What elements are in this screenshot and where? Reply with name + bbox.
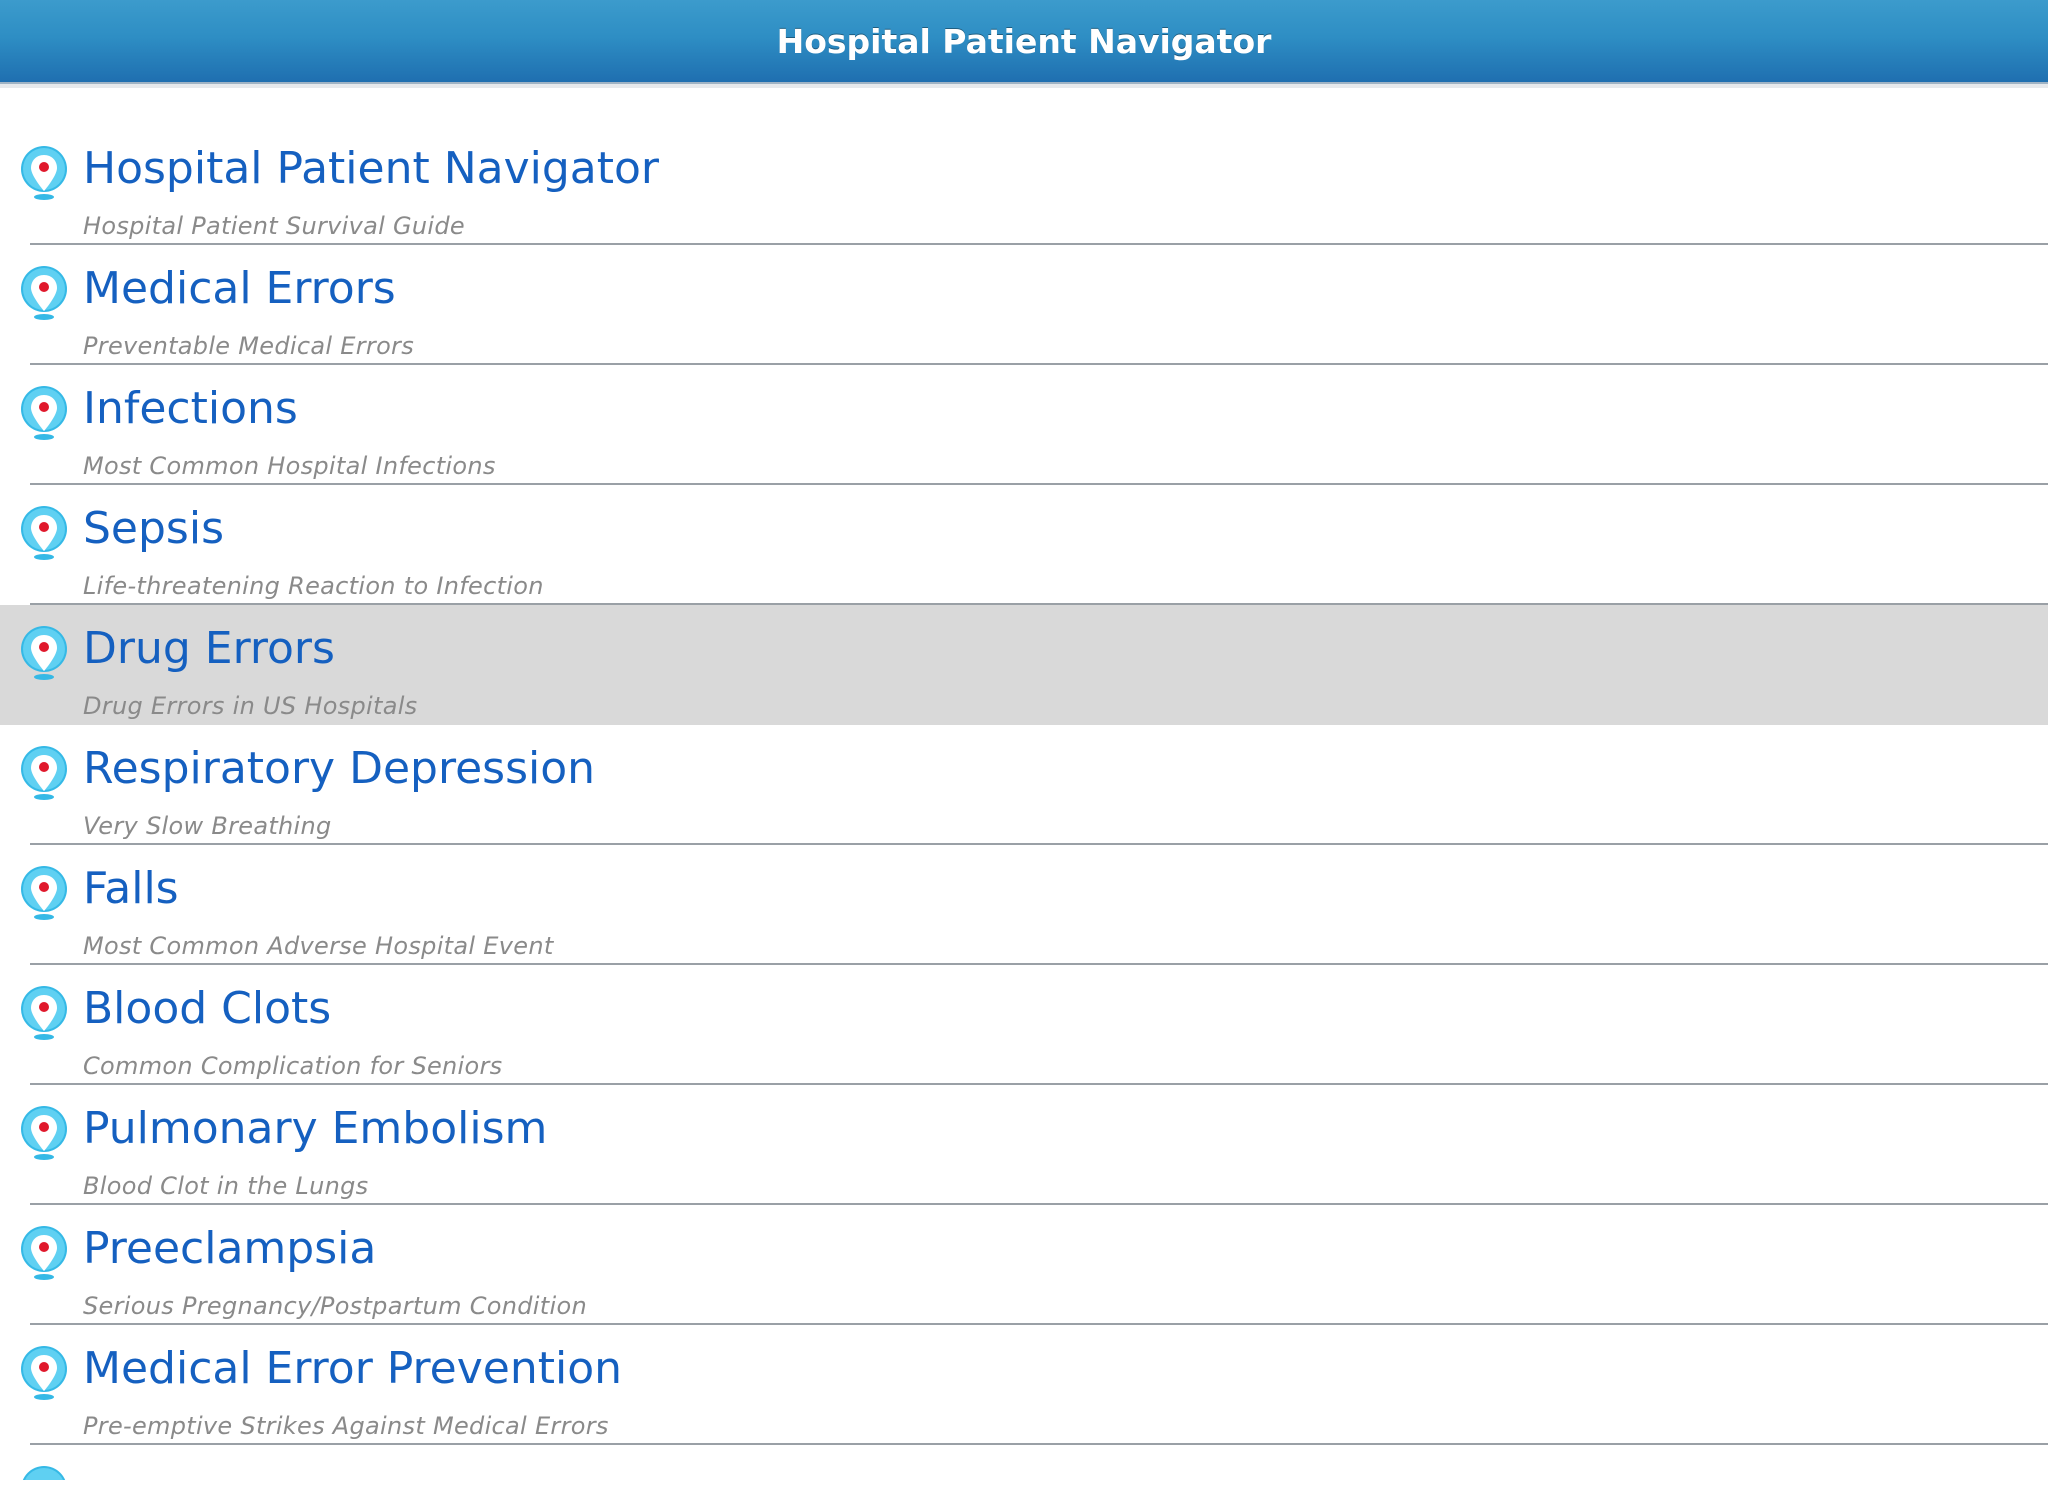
list-item[interactable]: Infections Most Common Hospital Infectio… <box>0 365 2048 485</box>
map-pin-icon <box>21 866 67 920</box>
map-pin-icon <box>22 1466 66 1480</box>
list-item-subtitle: Common Complication for Seniors <box>83 1052 503 1080</box>
list-item-title: Falls <box>83 863 179 914</box>
navigation-bar: Hospital Patient Navigator <box>0 0 2048 84</box>
list-item[interactable]: Falls Most Common Adverse Hospital Event <box>0 845 2048 965</box>
map-pin-icon <box>21 506 67 560</box>
list-item-subtitle: Blood Clot in the Lungs <box>83 1172 369 1200</box>
map-pin-icon <box>21 266 67 320</box>
list-item-title: Sepsis <box>83 503 225 554</box>
list-item-subtitle: Drug Errors in US Hospitals <box>83 692 418 720</box>
list-item[interactable]: Blood Clots Common Complication for Seni… <box>0 965 2048 1085</box>
map-pin-icon <box>21 386 67 440</box>
list-item-selected[interactable]: Drug Errors Drug Errors in US Hospitals <box>0 605 2048 725</box>
list-item-subtitle: Most Common Adverse Hospital Event <box>83 932 554 960</box>
navbar-title: Hospital Patient Navigator <box>776 22 1272 61</box>
list-item-title: Blood Clots <box>83 983 332 1034</box>
list-item-subtitle: Serious Pregnancy/Postpartum Condition <box>83 1292 587 1320</box>
list-item[interactable]: Medical Errors Preventable Medical Error… <box>0 245 2048 365</box>
list-item-subtitle: Life-threatening Reaction to Infection <box>83 572 544 600</box>
list-item-partial[interactable] <box>0 1445 2048 1480</box>
list-item-title: Preeclampsia <box>83 1223 377 1274</box>
navbar-divider <box>0 84 2048 88</box>
map-pin-icon <box>21 986 67 1040</box>
list-item[interactable]: Medical Error Prevention Pre-emptive Str… <box>0 1325 2048 1445</box>
list-item[interactable]: Preeclampsia Serious Pregnancy/Postpartu… <box>0 1205 2048 1325</box>
list-item-title: Medical Errors <box>83 263 396 314</box>
list-item[interactable]: Sepsis Life-threatening Reaction to Infe… <box>0 485 2048 605</box>
list-item-title: Hospital Patient Navigator <box>83 143 659 194</box>
map-pin-icon <box>21 626 67 680</box>
map-pin-icon <box>21 1106 67 1160</box>
list-item-title: Respiratory Depression <box>83 743 596 794</box>
topic-list[interactable]: Hospital Patient Navigator Hospital Pati… <box>0 125 2048 1480</box>
map-pin-icon <box>21 1346 67 1400</box>
list-item-subtitle: Pre-emptive Strikes Against Medical Erro… <box>83 1412 609 1440</box>
list-item[interactable]: Respiratory Depression Very Slow Breathi… <box>0 725 2048 845</box>
list-item-subtitle: Very Slow Breathing <box>83 812 332 840</box>
list-item-title: Pulmonary Embolism <box>83 1103 548 1154</box>
list-item-subtitle: Most Common Hospital Infections <box>83 452 496 480</box>
map-pin-icon <box>21 146 67 200</box>
list-item[interactable]: Pulmonary Embolism Blood Clot in the Lun… <box>0 1085 2048 1205</box>
list-item-subtitle: Preventable Medical Errors <box>83 332 415 360</box>
list-item-subtitle: Hospital Patient Survival Guide <box>83 212 465 240</box>
list-item[interactable]: Hospital Patient Navigator Hospital Pati… <box>0 125 2048 245</box>
map-pin-icon <box>21 746 67 800</box>
map-pin-icon <box>21 1226 67 1280</box>
list-item-title: Infections <box>83 383 298 434</box>
list-item-title: Medical Error Prevention <box>83 1343 623 1394</box>
list-item-title: Drug Errors <box>83 623 335 674</box>
